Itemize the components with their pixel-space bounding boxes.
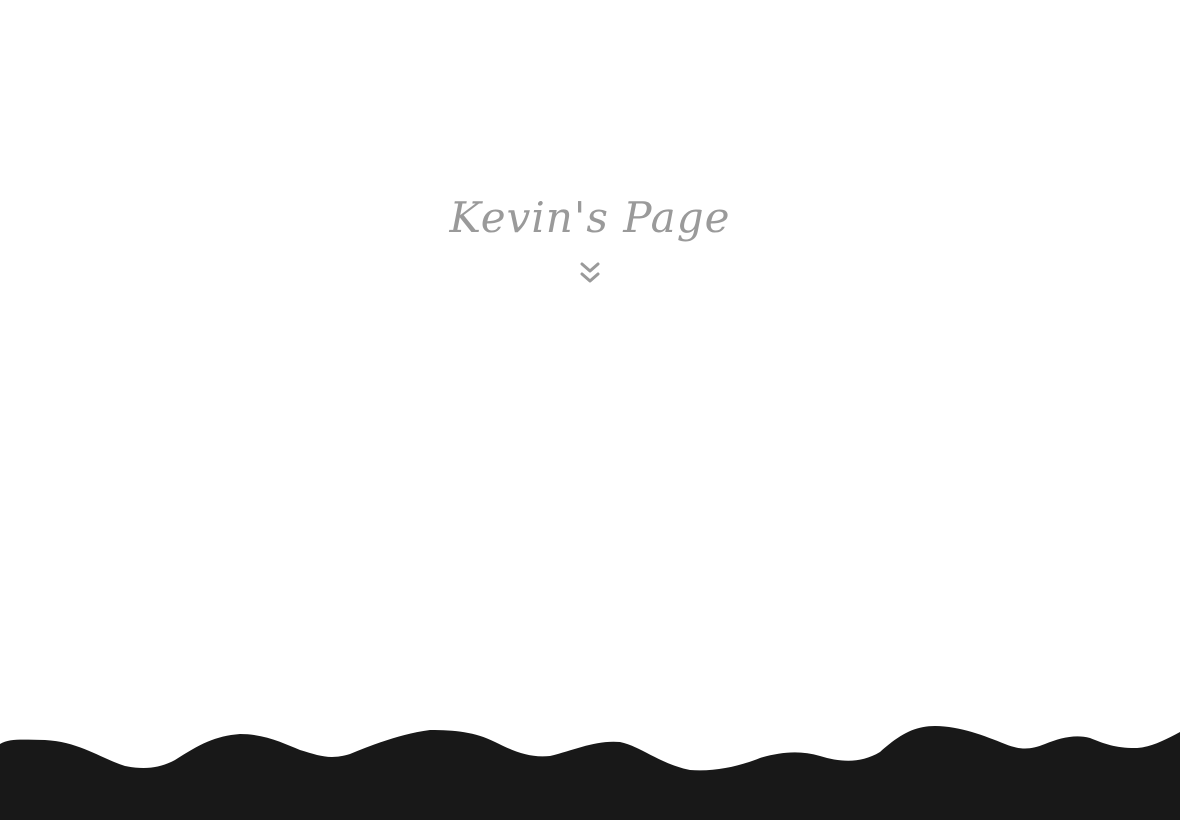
footer-wave [0, 726, 1180, 820]
site-title: Kevin's Page [449, 193, 731, 242]
page: Kevin's Page [0, 0, 1180, 820]
double-chevron-down-icon [580, 262, 600, 283]
hero-section: Kevin's Page [0, 188, 1180, 290]
scroll-down-button[interactable] [574, 258, 606, 290]
